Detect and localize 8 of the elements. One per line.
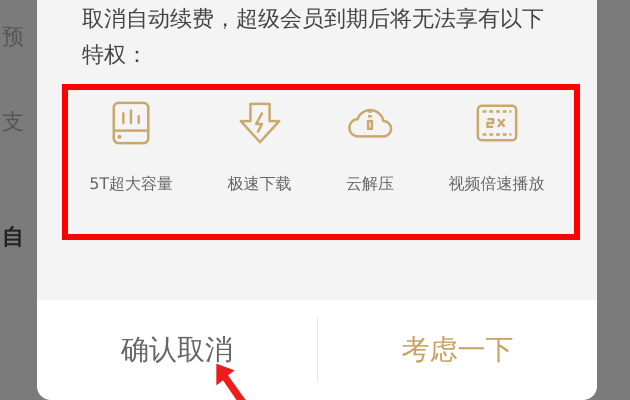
privilege-label: 视频倍速播放 bbox=[448, 174, 545, 195]
page-label: 自 bbox=[2, 225, 24, 250]
lightning-download-icon bbox=[236, 100, 283, 146]
privilege-label: 5T超大容量 bbox=[89, 174, 174, 195]
dialog-message: 取消自动续费，超级会员到期后将无法享有以下特权： bbox=[82, 6, 545, 70]
privilege-label: 极速下载 bbox=[228, 174, 292, 195]
dialog-button[interactable]: 确认取消 bbox=[37, 321, 316, 379]
privilege-label: 云解压 bbox=[346, 174, 394, 195]
